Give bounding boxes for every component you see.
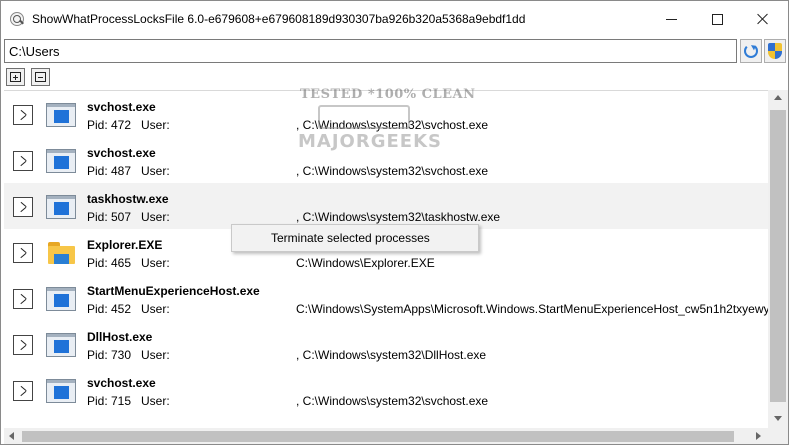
- run-as-admin-button[interactable]: [764, 39, 786, 63]
- window-title: ShowWhatProcessLocksFile 6.0-e679608+e67…: [32, 12, 526, 26]
- uac-shield-icon: [768, 43, 782, 59]
- process-user: User:: [141, 210, 170, 224]
- process-name: StartMenuExperienceHost.exe: [87, 284, 260, 298]
- process-pid: Pid: 465: [87, 256, 132, 270]
- expand-row-button[interactable]: [13, 151, 33, 171]
- chevron-right-icon: [19, 156, 27, 166]
- process-user: User:: [141, 302, 170, 316]
- process-path: , C:\Windows\system32\taskhostw.exe: [296, 210, 501, 224]
- horizontal-scroll-thumb[interactable]: [22, 431, 734, 442]
- process-path: C:\Windows\Explorer.EXE: [296, 256, 435, 270]
- maximize-button[interactable]: [694, 1, 740, 37]
- expand-row-button[interactable]: [13, 105, 33, 125]
- process-path: , C:\Windows\system32\svchost.exe: [296, 164, 489, 178]
- process-name: svchost.exe: [87, 100, 156, 114]
- expand-row-button[interactable]: [13, 381, 33, 401]
- refresh-icon: [744, 44, 758, 58]
- process-row[interactable]: DllHost.exe Pid: 730 User: , C:\Windows\sys…: [4, 321, 768, 367]
- minus-box-icon: [35, 72, 46, 82]
- minimize-icon: [665, 18, 677, 20]
- process-path: , C:\Windows\system32\DllHost.exe: [296, 348, 487, 362]
- vertical-scroll-thumb[interactable]: [770, 110, 786, 402]
- close-icon: [757, 13, 769, 25]
- expand-row-button[interactable]: [13, 289, 33, 309]
- title-bar[interactable]: ShowWhatProcessLocksFile 6.0-e679608+e67…: [1, 1, 788, 37]
- process-row[interactable]: svchost.exe Pid: 472 User: , C:\Windows\sys…: [4, 91, 768, 137]
- chevron-right-icon: [19, 110, 27, 120]
- chevron-right-icon: [19, 294, 27, 304]
- process-user: User:: [141, 256, 170, 270]
- process-row[interactable]: svchost.exe Pid: 715 User: , C:\Windows\sys…: [4, 367, 768, 413]
- process-pid: Pid: 452: [87, 302, 132, 316]
- chevron-right-icon: [19, 248, 27, 258]
- vertical-scrollbar[interactable]: [768, 90, 788, 428]
- scroll-up-icon[interactable]: [774, 95, 782, 100]
- process-list[interactable]: svchost.exe Pid: 472 User: , C:\Windows\sys…: [4, 90, 768, 428]
- folder-icon: [46, 241, 76, 265]
- process-path: , C:\Windows\system32\svchost.exe: [296, 118, 489, 132]
- expand-row-button[interactable]: [13, 335, 33, 355]
- process-pid: Pid: 507: [87, 210, 132, 224]
- process-path: C:\Windows\SystemApps\Microsoft.Windows.…: [296, 302, 768, 316]
- maximize-icon: [711, 13, 723, 25]
- context-menu: Terminate selected processes: [231, 224, 479, 252]
- process-row[interactable]: taskhostw.exe Pid: 507 User: , C:\Windows\s…: [4, 183, 768, 229]
- process-user: User:: [141, 164, 170, 178]
- horizontal-scrollbar[interactable]: [4, 428, 768, 444]
- app-window-icon: [46, 103, 76, 127]
- process-pid: Pid: 715: [87, 394, 132, 408]
- process-path: , C:\Windows\system32\svchost.exe: [296, 394, 489, 408]
- process-pid: Pid: 730: [87, 348, 132, 362]
- refresh-button[interactable]: [740, 39, 762, 63]
- expand-row-button[interactable]: [13, 197, 33, 217]
- scroll-right-icon[interactable]: [756, 432, 761, 440]
- process-user: User:: [141, 118, 170, 132]
- expand-row-button[interactable]: [13, 243, 33, 263]
- collapse-all-button[interactable]: [31, 68, 50, 86]
- chevron-right-icon: [19, 386, 27, 396]
- process-name: svchost.exe: [87, 376, 156, 390]
- magnifier-app-icon: [10, 12, 24, 26]
- path-input[interactable]: [4, 39, 737, 63]
- process-name: taskhostw.exe: [87, 192, 169, 206]
- scroll-left-icon[interactable]: [9, 432, 14, 440]
- process-name: svchost.exe: [87, 146, 156, 160]
- expand-all-button[interactable]: [6, 68, 25, 86]
- process-pid: Pid: 472: [87, 118, 132, 132]
- process-name: DllHost.exe: [87, 330, 153, 344]
- app-window-icon: [46, 195, 76, 219]
- scroll-corner: [768, 428, 788, 444]
- scroll-down-icon[interactable]: [774, 416, 782, 421]
- app-window-icon: [46, 333, 76, 357]
- process-pid: Pid: 487: [87, 164, 132, 178]
- app-window-icon: [46, 287, 76, 311]
- close-button[interactable]: [740, 1, 786, 37]
- process-row[interactable]: svchost.exe Pid: 487 User: , C:\Windows\sys…: [4, 137, 768, 183]
- plus-box-icon: [10, 72, 21, 82]
- chevron-right-icon: [19, 202, 27, 212]
- terminate-processes-menu-item[interactable]: Terminate selected processes: [234, 227, 476, 249]
- process-user: User:: [141, 348, 170, 362]
- minimize-button[interactable]: [648, 1, 694, 37]
- process-user: User:: [141, 394, 170, 408]
- process-name: Explorer.EXE: [87, 238, 163, 252]
- app-window-icon: [46, 149, 76, 173]
- app-window-icon: [46, 379, 76, 403]
- app-window: ShowWhatProcessLocksFile 6.0-e679608+e67…: [0, 0, 789, 445]
- process-row[interactable]: StartMenuExperienceHost.exe Pid: 452 User:…: [4, 275, 768, 321]
- chevron-right-icon: [19, 340, 27, 350]
